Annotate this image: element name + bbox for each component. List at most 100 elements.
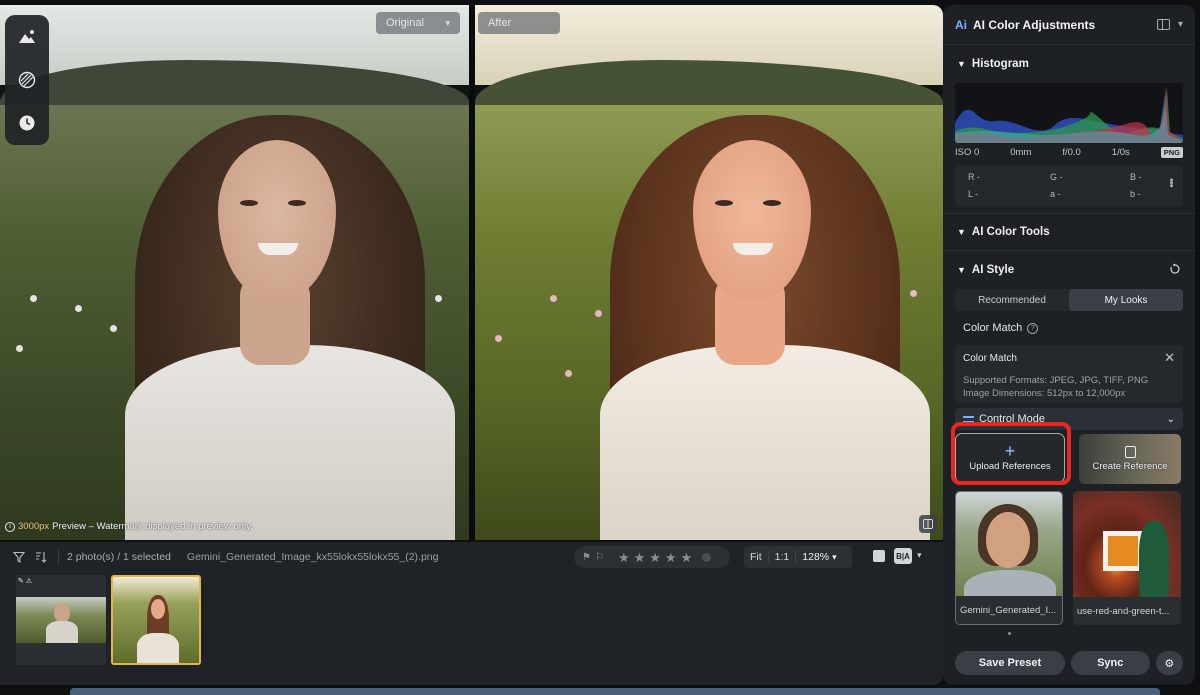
format-badge: PNG — [1160, 147, 1183, 158]
readout-a: a - — [1050, 189, 1061, 199]
create-reference-button[interactable]: Create Reference — [1079, 434, 1181, 484]
after-label: After — [488, 17, 512, 29]
help-icon[interactable]: ? — [1027, 322, 1039, 334]
info-icon: i — [5, 521, 15, 532]
tab-recommended[interactable]: Recommended — [955, 289, 1069, 311]
tab-my-looks[interactable]: My Looks — [1069, 289, 1183, 311]
before-after-button[interactable]: B|A — [894, 548, 912, 564]
after-pane — [475, 5, 943, 540]
color-label-dot[interactable] — [702, 552, 712, 562]
original-pane — [0, 5, 469, 540]
star-2-icon[interactable]: ★ — [634, 551, 646, 564]
mountain-icon[interactable] — [12, 22, 42, 52]
filmstrip: 2 photo(s) / 1 selected Gemini_Generated… — [0, 542, 943, 685]
save-preset-button[interactable]: Save Preset — [955, 651, 1065, 675]
edit-badge-icon: ✎ — [115, 580, 121, 587]
chevron-down-icon: ▾ — [832, 552, 837, 562]
after-view-label: After — [478, 12, 560, 34]
reject-flag-icon[interactable]: ⚐ — [595, 552, 604, 563]
readout-g: G - — [1050, 172, 1063, 182]
reference-thumbnail — [956, 492, 1062, 610]
os-dock-edge — [70, 688, 1160, 695]
after-photo — [475, 5, 943, 540]
pagination-dot — [1008, 632, 1011, 635]
exif-row: ISO 0 0mm f/0.0 1/0s PNG — [955, 147, 1183, 158]
sort-icon[interactable] — [32, 548, 50, 566]
color-tools-section-header[interactable]: ▼ AI Color Tools — [943, 214, 1195, 250]
ai-icon: Ai — [955, 17, 967, 32]
color-match-label: Color Match — [963, 322, 1023, 334]
texture-icon[interactable] — [12, 65, 42, 95]
readout-b: B - — [1130, 172, 1142, 182]
style-tabs: Recommended My Looks — [955, 289, 1183, 311]
preview-note: i 3000px Preview – Watermark displayed i… — [5, 521, 253, 532]
readout-r: R - — [968, 172, 980, 182]
panel-footer: Save Preset Sync ⚙ — [943, 641, 1195, 685]
edit-badge-icon: ✎ ⚠ — [18, 578, 33, 585]
thumbnail-2[interactable]: ✎ — [111, 575, 201, 665]
chevron-down-icon[interactable]: ▾ — [917, 550, 922, 561]
reference-card-2[interactable]: use-red-and-green-t... — [1073, 491, 1181, 625]
export-icon — [1124, 446, 1136, 458]
history-icon[interactable] — [12, 108, 42, 138]
collapse-triangle-icon: ▼ — [957, 59, 966, 69]
panel-layout-icon[interactable] — [1156, 19, 1170, 30]
panel-title: AI Color Adjustments — [973, 17, 1096, 32]
color-readout: R - G - B - L - a - b - ••• — [955, 166, 1183, 206]
supported-formats: Supported Formats: JPEG, JPG, TIFF, PNG — [963, 375, 1149, 386]
close-icon[interactable]: ✕ — [1164, 350, 1175, 366]
photo-count: 2 photo(s) / 1 selected — [67, 551, 171, 563]
reset-icon[interactable] — [1169, 263, 1181, 278]
star-3-icon[interactable]: ★ — [649, 551, 661, 564]
histogram-chart — [955, 83, 1183, 143]
zoom-1to1-button[interactable]: 1:1 — [769, 551, 797, 563]
reference-thumbnail — [1073, 491, 1181, 597]
single-view-icon[interactable] — [873, 550, 885, 562]
filmstrip-toolbar: 2 photo(s) / 1 selected Gemini_Generated… — [0, 542, 943, 572]
star-5-icon[interactable]: ★ — [681, 551, 693, 564]
create-reference-label: Create Reference — [1092, 461, 1168, 472]
star-1-icon[interactable]: ★ — [618, 551, 630, 564]
current-file-name: Gemini_Generated_Image_kx55lokx55lokx55_… — [186, 551, 439, 563]
sync-button[interactable]: Sync — [1070, 651, 1150, 675]
readout-b-lab: b - — [1130, 189, 1141, 199]
chevron-down-icon: ▾ — [445, 17, 450, 28]
left-tool-palette — [5, 15, 49, 145]
star-4-icon[interactable]: ★ — [665, 551, 677, 564]
original-view-dropdown[interactable]: Original ▾ — [376, 12, 460, 34]
reference-card-1[interactable]: Gemini_Generated_I... — [955, 491, 1063, 625]
ai-style-title: AI Style — [971, 264, 1015, 276]
shutter-value: 1/0s — [1111, 147, 1130, 158]
sync-settings-icon[interactable]: ⚙ — [1155, 651, 1183, 675]
rating-bar: ⚑ ⚐ ★ ★ ★ ★ ★ — [574, 546, 730, 568]
readout-l: L - — [968, 189, 979, 199]
more-options-icon[interactable]: ••• — [1165, 178, 1177, 187]
original-photo — [0, 5, 469, 540]
chevron-down-icon: ⌄ — [1166, 413, 1175, 425]
image-viewer: Original ▾ After i 3000px Preview – Wate… — [0, 5, 943, 540]
zoom-value: 128% — [802, 551, 830, 563]
ai-style-section-header[interactable]: ▼ AI Style — [943, 251, 1195, 289]
panel-header: Ai AI Color Adjustments ▾ — [943, 5, 1195, 45]
color-match-card-title: Color Match — [963, 353, 1017, 364]
thumbnail-1[interactable]: ✎ ⚠ — [16, 575, 106, 665]
filter-icon[interactable] — [10, 548, 28, 566]
preview-size: 3000px — [18, 521, 50, 532]
histogram-section-header[interactable]: ▼ Histogram — [943, 45, 1195, 83]
original-label: Original — [386, 17, 424, 29]
chevron-down-icon[interactable]: ▾ — [1178, 19, 1183, 30]
collapse-triangle-icon: ▼ — [957, 227, 966, 237]
zoom-select[interactable]: 128% ▾ — [796, 551, 842, 563]
reference-name: Gemini_Generated_I... — [956, 596, 1062, 624]
reference-name: use-red-and-green-t... — [1073, 597, 1181, 625]
histogram-title: Histogram — [971, 58, 1029, 70]
pick-flag-icon[interactable]: ⚑ — [582, 552, 591, 563]
compare-view-icon[interactable] — [919, 515, 937, 533]
aperture-value: f/0.0 — [1062, 147, 1081, 158]
highlight-annotation — [951, 422, 1071, 485]
focal-length: 0mm — [1010, 147, 1032, 158]
zoom-fit-button[interactable]: Fit — [744, 551, 769, 563]
color-match-label-row: Color Match ? — [943, 314, 1195, 342]
iso-value: ISO 0 — [955, 147, 980, 158]
zoom-controls: Fit 1:1 128% ▾ — [744, 546, 852, 568]
